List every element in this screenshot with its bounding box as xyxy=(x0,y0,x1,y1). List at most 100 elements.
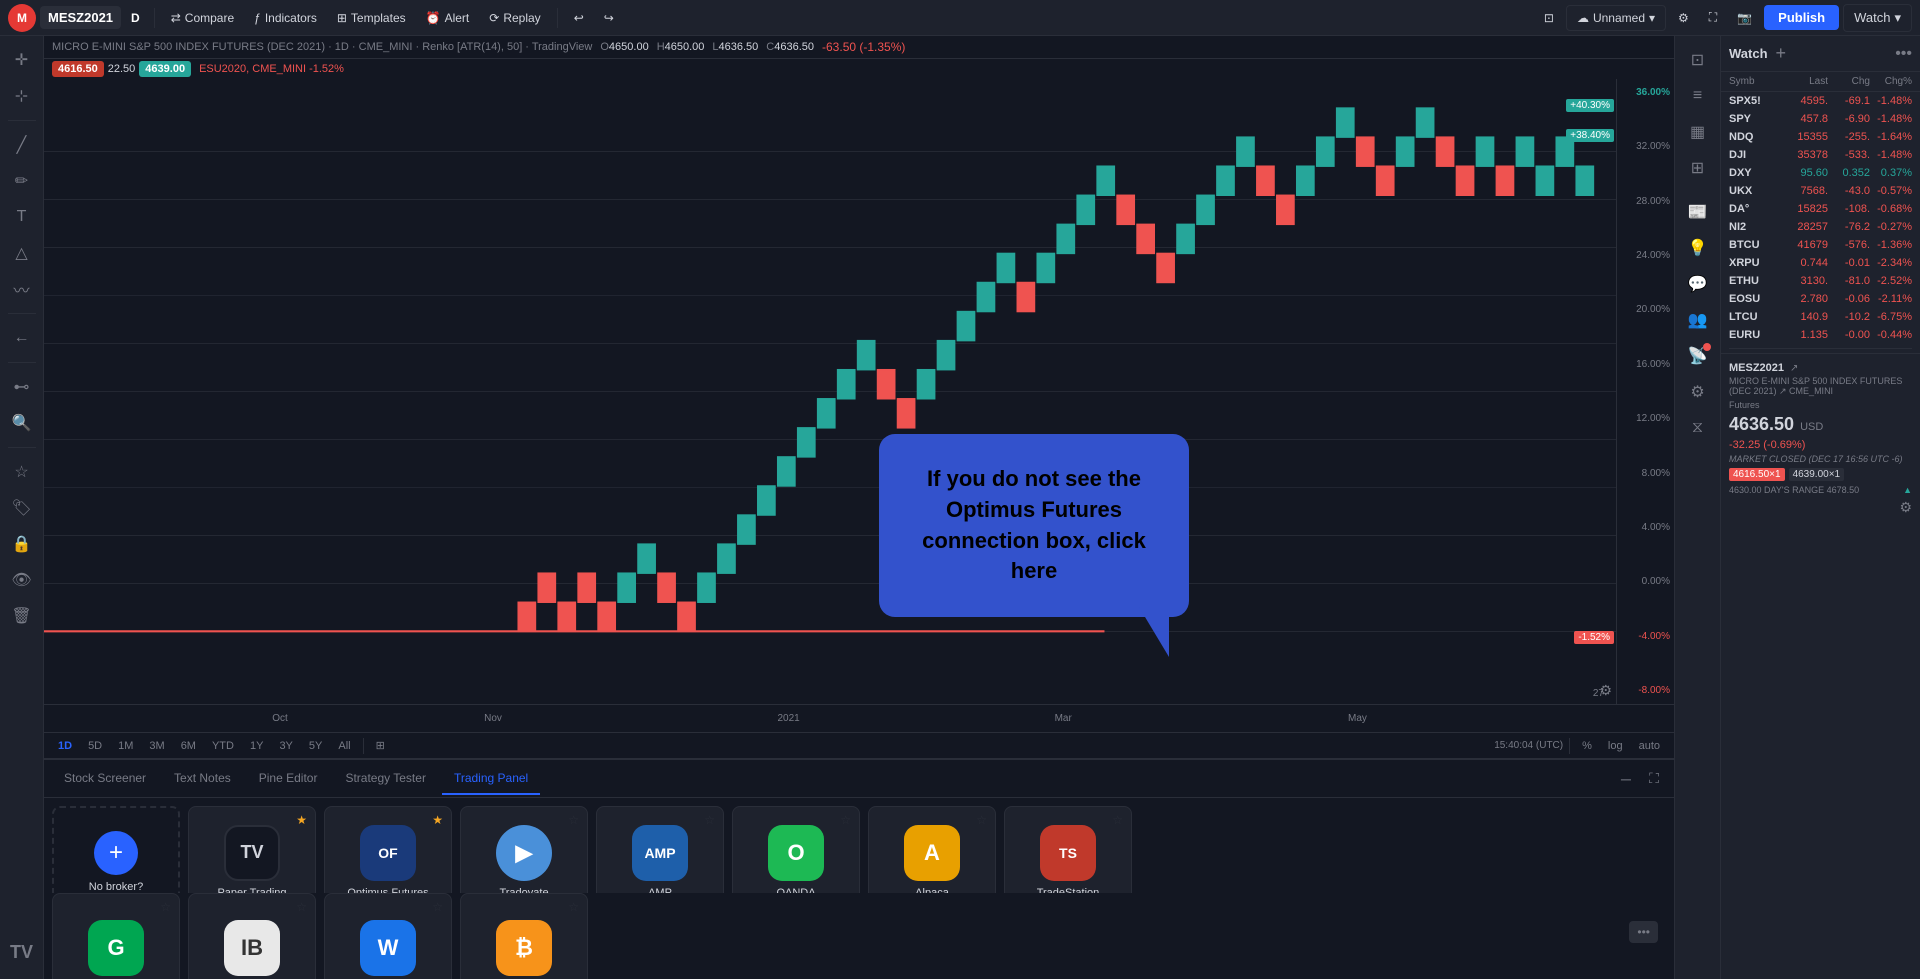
tag-tool[interactable]: 🏷 xyxy=(6,492,38,524)
broker-extra1-fav-icon[interactable]: ☆ xyxy=(160,900,171,914)
wd-link-icon[interactable]: ↗ xyxy=(1790,363,1798,374)
optimus-futures-card[interactable]: ★ OF Optimus Futures ★★★★☆ xyxy=(324,806,452,893)
oanda-card[interactable]: ☆ O OANDA ★★★★½ xyxy=(732,806,860,893)
camera-button[interactable]: 📷 xyxy=(1729,7,1760,29)
settings-button[interactable]: ⚙ xyxy=(1670,7,1697,29)
broker-card-extra4[interactable]: ☆ ₿ xyxy=(460,893,588,979)
watch-item-spy[interactable]: SPY 457.8 -6.90 -1.48% xyxy=(1721,110,1920,128)
broker-extra4-fav-icon[interactable]: ☆ xyxy=(568,900,579,914)
replay-button[interactable]: ⟳ Replay xyxy=(481,7,548,29)
publish-button[interactable]: Publish xyxy=(1764,5,1839,30)
broker-extra2-fav-icon[interactable]: ☆ xyxy=(296,900,307,914)
pct-btn[interactable]: % xyxy=(1576,738,1598,754)
rs-news-btn[interactable]: 📰 xyxy=(1682,196,1714,228)
oanda-fav-icon[interactable]: ☆ xyxy=(840,813,851,827)
tradovate-card[interactable]: ☆ ▶ Tradovate ★★★★½ xyxy=(460,806,588,893)
watch-add-button[interactable]: + xyxy=(1776,43,1787,64)
broker-card-extra2[interactable]: ☆ IB xyxy=(188,893,316,979)
wd-settings-button[interactable]: ⚙ xyxy=(1899,499,1912,516)
watch-item-eosu[interactable]: EOSU 2.780 -0.06 -2.11% xyxy=(1721,290,1920,308)
watch-item-ni2[interactable]: NI2 28257 -76.2 -0.27% xyxy=(1721,218,1920,236)
panel-maximize-button[interactable]: ⛶ xyxy=(1642,767,1666,791)
app-menu-icon[interactable]: M xyxy=(8,4,36,32)
layout-button[interactable]: ⊡ xyxy=(1536,7,1562,29)
rs-list-btn[interactable]: ≡ xyxy=(1682,80,1714,112)
tf-3y[interactable]: 3Y xyxy=(273,738,298,754)
tf-3m[interactable]: 3M xyxy=(143,738,170,754)
tf-5d[interactable]: 5D xyxy=(82,738,108,754)
rs-users-btn[interactable]: 👥 xyxy=(1682,304,1714,336)
fib-tool[interactable]: 〰 xyxy=(6,273,38,305)
zoom-tool[interactable]: 🔍 xyxy=(6,407,38,439)
cursor-tool[interactable]: ✛ xyxy=(6,44,38,76)
watch-item-btcu[interactable]: BTCU 41679 -576. -1.36% xyxy=(1721,236,1920,254)
templates-button[interactable]: ⊞ Templates xyxy=(329,7,414,29)
watch-item-ethu[interactable]: ETHU 3130. -81.0 -2.52% xyxy=(1721,272,1920,290)
broker-card-extra1[interactable]: ☆ G xyxy=(52,893,180,979)
crosshair-tool[interactable]: ⊹ xyxy=(6,80,38,112)
draw-tool[interactable]: ✏ xyxy=(6,165,38,197)
trash-tool[interactable]: 🗑 xyxy=(6,600,38,632)
watch-item-xrpu[interactable]: XRPU 0.744 -0.01 -2.34% xyxy=(1721,254,1920,272)
alpaca-card[interactable]: ☆ A Alpaca ★★★★½ xyxy=(868,806,996,893)
broker-extra3-fav-icon[interactable]: ☆ xyxy=(432,900,443,914)
watch-item-da[interactable]: DA° 15825 -108. -0.68% xyxy=(1721,200,1920,218)
unnamed-cloud-button[interactable]: ☁ Unnamed ▾ xyxy=(1566,5,1666,31)
text-tool[interactable]: T xyxy=(6,201,38,233)
watch-item-dji[interactable]: DJI 35378 -533. -1.48% xyxy=(1721,146,1920,164)
amp-fav-icon[interactable]: ☆ xyxy=(704,813,715,827)
watch-button[interactable]: Watch ▾ xyxy=(1843,4,1912,32)
rs-grid-btn[interactable]: ⊞ xyxy=(1682,152,1714,184)
rs-signal-btn[interactable]: 📡 xyxy=(1682,340,1714,372)
rs-settings-btn[interactable]: ⚙ xyxy=(1682,376,1714,408)
ruler-tool[interactable]: ⊷ xyxy=(6,371,38,403)
trend-line-tool[interactable]: ╱ xyxy=(6,129,38,161)
tf-ytd[interactable]: YTD xyxy=(206,738,240,754)
watch-item-spx5[interactable]: SPX5! 4595. -69.1 -1.48% xyxy=(1721,92,1920,110)
watch-list[interactable]: SPX5! 4595. -69.1 -1.48% SPY 457.8 -6.90… xyxy=(1721,92,1920,979)
alert-button[interactable]: ⏰ Alert xyxy=(418,7,478,29)
tradovate-fav-icon[interactable]: ☆ xyxy=(568,813,579,827)
watch-item-ukx[interactable]: UKX 7568. -43.0 -0.57% xyxy=(1721,182,1920,200)
tab-pine-editor[interactable]: Pine Editor xyxy=(247,763,330,795)
alpaca-fav-icon[interactable]: ☆ xyxy=(976,813,987,827)
watchlist-tool[interactable]: ☆ xyxy=(6,456,38,488)
paper-trading-card[interactable]: ★ TV Paper Trading by TradingView xyxy=(188,806,316,893)
tooltip-bubble[interactable]: If you do not see the Optimus Futures co… xyxy=(879,434,1189,617)
broker-card-extra3[interactable]: ☆ W xyxy=(324,893,452,979)
tf-5y[interactable]: 5Y xyxy=(303,738,328,754)
lock-tool[interactable]: 🔒 xyxy=(6,528,38,560)
watch-item-euru[interactable]: EURU 1.135 -0.00 -0.44% xyxy=(1721,326,1920,344)
tab-trading-panel[interactable]: Trading Panel xyxy=(442,763,540,795)
compare-chart-btn[interactable]: ⊞ xyxy=(370,737,391,754)
log-btn[interactable]: log xyxy=(1602,738,1629,754)
watch-item-ltcu[interactable]: LTCU 140.9 -10.2 -6.75% xyxy=(1721,308,1920,326)
tradestation-fav-icon[interactable]: ☆ xyxy=(1112,813,1123,827)
tradestation-card[interactable]: ☆ TS TradeStation ★★★★½ xyxy=(1004,806,1132,893)
paper-trading-fav-icon[interactable]: ★ xyxy=(296,813,307,827)
tf-1y[interactable]: 1Y xyxy=(244,738,269,754)
more-brokers-button[interactable]: ••• xyxy=(1629,893,1666,972)
rs-bulb-btn[interactable]: 💡 xyxy=(1682,232,1714,264)
rs-calendar-btn[interactable]: ▦ xyxy=(1682,116,1714,148)
no-broker-card[interactable]: + No broker? Open account xyxy=(52,806,180,893)
rs-layout-btn[interactable]: ⊡ xyxy=(1682,44,1714,76)
tab-strategy-tester[interactable]: Strategy Tester xyxy=(333,763,437,795)
back-tool[interactable]: ← xyxy=(6,322,38,354)
fullscreen-button[interactable]: ⛶ xyxy=(1701,6,1725,29)
chart-settings-button[interactable]: ⚙ xyxy=(1599,682,1612,699)
watch-more-button[interactable]: ••• xyxy=(1895,45,1912,63)
rs-chat-btn[interactable]: 💬 xyxy=(1682,268,1714,300)
optimus-fav-icon[interactable]: ★ xyxy=(432,813,443,827)
indicators-button[interactable]: ƒ Indicators xyxy=(246,7,325,29)
chart-canvas[interactable]: 36.00% 32.00% 28.00% 24.00% 20.00% 16.00… xyxy=(44,79,1674,704)
shape-tool[interactable]: △ xyxy=(6,237,38,269)
auto-btn[interactable]: auto xyxy=(1633,738,1666,754)
amp-card[interactable]: ☆ AMP AMP ★★★★½ xyxy=(596,806,724,893)
watch-item-dxy[interactable]: DXY 95.60 0.352 0.37% xyxy=(1721,164,1920,182)
symbol-display[interactable]: MESZ2021 xyxy=(40,6,121,29)
compare-button[interactable]: ⇄ Compare xyxy=(163,7,242,29)
interval-display[interactable]: D xyxy=(125,8,146,28)
redo-button[interactable]: ↪ xyxy=(596,7,622,29)
undo-button[interactable]: ↩ xyxy=(566,7,592,29)
